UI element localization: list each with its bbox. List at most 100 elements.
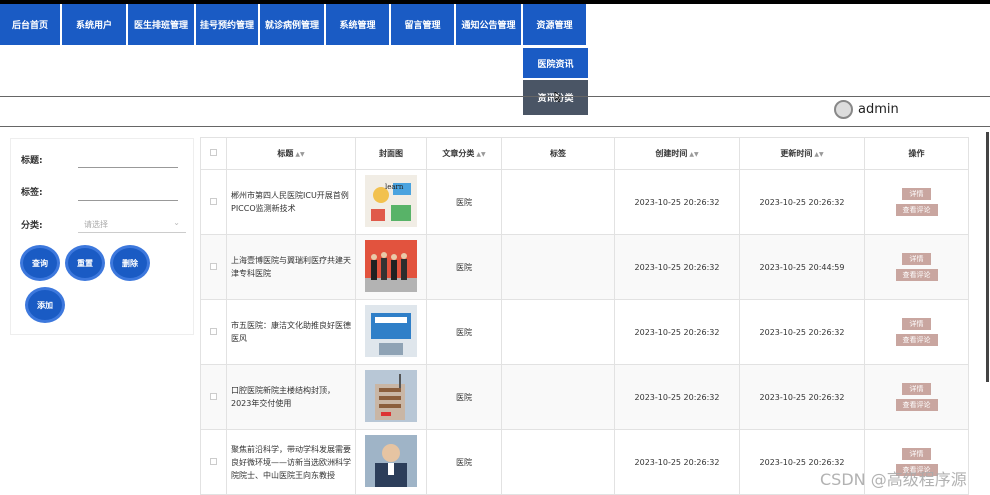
header-actions: 操作 (864, 137, 969, 170)
sort-icon[interactable]: ▲▼ (689, 151, 698, 158)
row-created: 2023-10-25 20:26:32 (614, 429, 740, 495)
header-tag: 标签 (501, 137, 615, 170)
row-tag (501, 169, 615, 235)
user-info[interactable]: admin (834, 100, 899, 119)
row-updated: 2023-10-25 20:44:59 (739, 234, 865, 300)
row-category: 医院 (426, 364, 502, 430)
row-actions: 详情 查看评论 (864, 364, 969, 430)
table-header-row: 标题 ▲▼ 封面图 文章分类 ▲▼ 标签 创建时间 ▲▼ 更新时间 ▲▼ 操作 (200, 137, 969, 170)
view-comments-button[interactable]: 查看评论 (895, 399, 938, 411)
row-tag (501, 299, 615, 365)
svg-text:learn: learn (385, 183, 404, 191)
view-comments-button[interactable]: 查看评论 (895, 204, 938, 216)
view-comments-button[interactable]: 查看评论 (895, 334, 938, 346)
detail-button[interactable]: 详情 (902, 318, 931, 330)
row-cover (355, 299, 427, 365)
tag-filter-label: 标签: (21, 188, 43, 198)
select-all-cell (200, 137, 227, 170)
row-checkbox[interactable] (210, 392, 217, 400)
watermark: CSDN @高级程序源 (820, 470, 967, 489)
reset-button[interactable]: 重置 (65, 245, 105, 281)
nav-home[interactable]: 后台首页 (0, 4, 62, 45)
view-comments-button[interactable]: 查看评论 (895, 269, 938, 281)
header-created[interactable]: 创建时间 ▲▼ (614, 137, 740, 170)
filter-panel: 标题: 标签: 分类: 请选择 ⌄ 查询 重置 删除 添加 (10, 138, 194, 335)
add-button[interactable]: 添加 (25, 287, 65, 323)
header-category[interactable]: 文章分类 ▲▼ (426, 137, 502, 170)
nav-notices[interactable]: 通知公告管理 (456, 4, 523, 45)
nav-appointments[interactable]: 挂号预约管理 (196, 4, 260, 45)
row-updated: 2023-10-25 20:26:32 (739, 169, 865, 235)
row-checkbox[interactable] (210, 262, 217, 270)
username: admin (858, 102, 899, 117)
nav-system-users[interactable]: 系统用户 (62, 4, 128, 45)
row-title: 口腔医院新院主楼结构封顶，2023年交付使用 (226, 364, 356, 430)
row-cover (355, 234, 427, 300)
row-title: 聚焦前沿科学，带动学科发展需要良好微环境——访新当选欧洲科学院院士、中山医院王向… (226, 429, 356, 495)
row-checkbox[interactable] (210, 327, 217, 335)
nav-medical-records[interactable]: 就诊病例管理 (260, 4, 326, 45)
select-all-checkbox[interactable] (210, 149, 217, 156)
chevron-down-icon: ⌄ (173, 218, 180, 227)
row-created: 2023-10-25 20:26:32 (614, 364, 740, 430)
row-title: 郴州市第四人民医院ICU开展首例PICCO监测新技术 (226, 169, 356, 235)
nav-messages[interactable]: 留言管理 (391, 4, 456, 45)
row-tag (501, 234, 615, 300)
row-checkbox[interactable] (210, 457, 217, 465)
row-actions: 详情 查看评论 (864, 169, 969, 235)
row-created: 2023-10-25 20:26:32 (614, 299, 740, 365)
row-tag (501, 364, 615, 430)
detail-button[interactable]: 详情 (902, 188, 931, 200)
row-updated: 2023-10-25 20:26:32 (739, 299, 865, 365)
search-button[interactable]: 查询 (20, 245, 60, 281)
table-row[interactable]: 上海壹博医院与翼瑞利医疗共建天津专科医院 医院 2023-10-25 20:26:3… (200, 234, 969, 300)
table-row[interactable]: 郴州市第四人民医院ICU开展首例PICCO监测新技术 learn 医院 2023-10… (200, 169, 969, 235)
header-divider (0, 96, 990, 97)
category-select[interactable]: 请选择 ⌄ (78, 215, 186, 233)
nav-system-management[interactable]: 系统管理 (326, 4, 391, 45)
detail-button[interactable]: 详情 (902, 383, 931, 395)
detail-button[interactable]: 详情 (902, 253, 931, 265)
row-category: 医院 (426, 169, 502, 235)
row-cover (355, 364, 427, 430)
nav-resources[interactable]: 资源管理 (523, 4, 588, 45)
main-nav: 后台首页 系统用户 医生排班管理 挂号预约管理 就诊病例管理 系统管理 留言管理… (0, 4, 588, 45)
resources-submenu: 医院资讯 资讯分类 (523, 45, 588, 115)
title-filter-input[interactable] (78, 167, 178, 168)
row-cover (355, 429, 427, 495)
row-select-cell (200, 364, 227, 430)
sort-icon[interactable]: ▲▼ (814, 151, 823, 158)
row-title: 市五医院：康洁文化助推良好医德医风 (226, 299, 356, 365)
row-checkbox[interactable] (210, 197, 217, 205)
table-row[interactable]: 市五医院：康洁文化助推良好医德医风 医院 2023-10-25 20:26:32 20… (200, 299, 969, 365)
row-select-cell (200, 234, 227, 300)
row-tag (501, 429, 615, 495)
detail-button[interactable]: 详情 (902, 448, 931, 460)
row-actions: 详情 查看评论 (864, 234, 969, 300)
row-created: 2023-10-25 20:26:32 (614, 169, 740, 235)
header-cover: 封面图 (355, 137, 427, 170)
mouse-cursor-icon (554, 92, 562, 102)
sort-icon[interactable]: ▲▼ (295, 151, 304, 158)
row-category: 医院 (426, 234, 502, 300)
row-select-cell (200, 169, 227, 235)
tag-filter-input[interactable] (78, 200, 178, 201)
title-filter-label: 标题: (21, 156, 43, 166)
header-title[interactable]: 标题 ▲▼ (226, 137, 356, 170)
scrollbar[interactable] (986, 132, 989, 382)
row-updated: 2023-10-25 20:26:32 (739, 364, 865, 430)
nav-doctor-schedule[interactable]: 医生排班管理 (128, 4, 196, 45)
sort-icon[interactable]: ▲▼ (476, 151, 485, 158)
avatar (834, 100, 853, 119)
content-divider (0, 126, 990, 127)
row-category: 医院 (426, 429, 502, 495)
category-filter-label: 分类: (21, 221, 43, 231)
row-cover: learn (355, 169, 427, 235)
header-updated[interactable]: 更新时间 ▲▼ (739, 137, 865, 170)
table-row[interactable]: 口腔医院新院主楼结构封顶，2023年交付使用 医院 2023-10-25 20:26… (200, 364, 969, 430)
row-actions: 详情 查看评论 (864, 299, 969, 365)
delete-button[interactable]: 删除 (110, 245, 150, 281)
row-category: 医院 (426, 299, 502, 365)
submenu-hospital-news[interactable]: 医院资讯 (523, 48, 588, 78)
row-select-cell (200, 429, 227, 495)
